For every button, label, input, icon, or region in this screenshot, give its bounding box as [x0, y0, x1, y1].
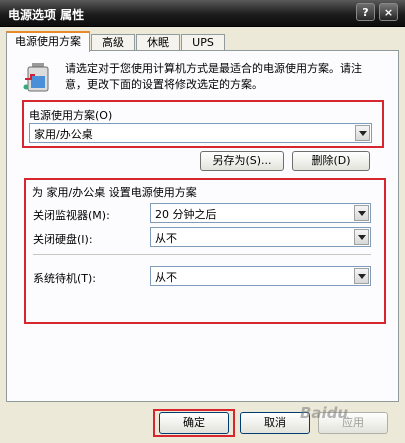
save-as-button[interactable]: 另存为(S)...	[200, 151, 284, 171]
standby-timeout-value: 从不	[155, 271, 177, 284]
title-bar[interactable]: 电源选项 属性 ? ×	[0, 0, 405, 27]
monitor-timeout-select[interactable]: 20 分钟之后	[150, 203, 371, 223]
monitor-timeout-value: 20 分钟之后	[155, 208, 217, 221]
tab-advanced[interactable]: 高级	[91, 34, 135, 51]
dropdown-arrow-icon[interactable]	[355, 125, 370, 141]
monitor-label: 关闭监视器(M):	[33, 209, 110, 222]
dropdown-arrow-icon[interactable]	[354, 229, 369, 245]
tab-ups[interactable]: UPS	[181, 34, 225, 51]
power-plug-battery-icon	[23, 63, 49, 92]
delete-button[interactable]: 删除(D)	[292, 151, 370, 171]
help-button[interactable]: ?	[356, 3, 375, 21]
tab-hibernate[interactable]: 休眠	[136, 34, 180, 51]
power-scheme-select[interactable]: 家用/办公桌	[29, 123, 372, 143]
dropdown-arrow-icon[interactable]	[354, 268, 369, 284]
power-options-dialog: 电源选项 属性 ? × 电源使用方案 高级 休眠 UPS 请选定对于您使用计算机…	[0, 0, 405, 443]
standby-timeout-select[interactable]: 从不	[150, 266, 371, 286]
power-schemes-panel: 请选定对于您使用计算机方式是最适合的电源使用方案。请注意，更改下面的设置将修改选…	[6, 50, 399, 402]
scheme-group-label: 电源使用方案(O)	[29, 109, 113, 122]
watermark: Baidu	[300, 404, 349, 422]
scheme-description: 请选定对于您使用计算机方式是最适合的电源使用方案。请注意，更改下面的设置将修改选…	[65, 62, 362, 91]
power-scheme-value: 家用/办公桌	[34, 128, 93, 141]
harddisk-label: 关闭硬盘(I):	[33, 233, 93, 246]
harddisk-timeout-select[interactable]: 从不	[150, 227, 371, 247]
dropdown-arrow-icon[interactable]	[354, 205, 369, 221]
tab-power-schemes[interactable]: 电源使用方案	[6, 31, 90, 52]
settings-divider	[33, 254, 371, 255]
harddisk-timeout-value: 从不	[155, 232, 177, 245]
standby-label: 系统待机(T):	[33, 272, 97, 285]
window-title: 电源选项 属性	[8, 8, 85, 22]
ok-button[interactable]: 确定	[159, 412, 229, 434]
settings-group-label: 为 家用/办公桌 设置电源使用方案	[32, 186, 197, 199]
close-button[interactable]: ×	[379, 3, 398, 21]
